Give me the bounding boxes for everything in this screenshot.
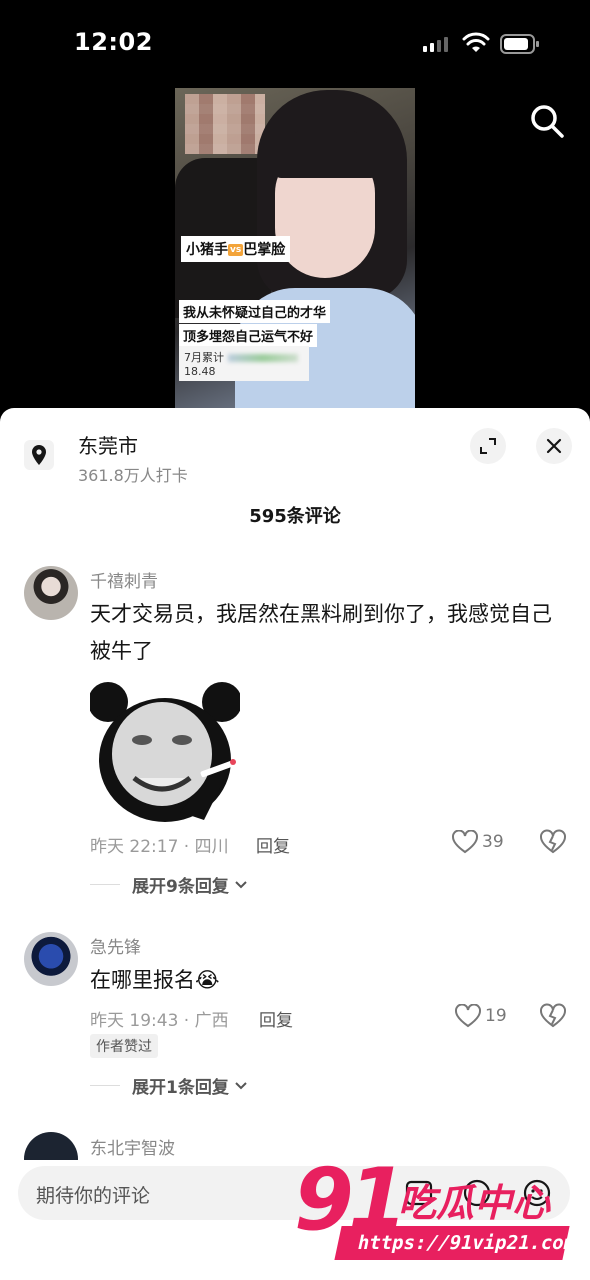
sticker-image[interactable] (90, 682, 240, 824)
watermark-url: https://91vip21.com (334, 1226, 578, 1260)
comment-text: 在哪里报名😭 (90, 968, 220, 992)
cellular-signal-icon (423, 36, 448, 52)
battery-icon (500, 34, 539, 54)
heart-icon (452, 830, 478, 854)
avatar[interactable] (24, 932, 78, 986)
close-icon (546, 438, 562, 454)
expand-replies-button[interactable]: 展开1条回复 (90, 1073, 249, 1098)
chevron-down-icon (235, 880, 247, 888)
expand-divider-line (90, 884, 120, 885)
dislike-heart-icon[interactable] (540, 1003, 566, 1029)
expand-divider-line (90, 1085, 120, 1086)
watermark-logo: 91 吃瓜中心 https://91vip21.com (290, 1150, 580, 1266)
wifi-icon (462, 32, 490, 52)
expand-replies-label: 展开1条回复 (132, 1078, 229, 1098)
video-caption-line2: 顶多埋怨自己运气不好 (179, 324, 318, 347)
comment-count: 595条评论 (249, 506, 341, 527)
chevron-down-icon (235, 1081, 247, 1089)
like-button[interactable]: 39 (452, 830, 504, 854)
video-caption-line3: 7月累计 18.48 (179, 346, 309, 381)
expand-replies-label: 展开9条回复 (132, 877, 229, 897)
dislike-heart-icon[interactable] (540, 829, 566, 855)
watermark-text: 吃瓜中心 (398, 1181, 551, 1225)
caption-vs-badge: vs (228, 244, 244, 256)
close-button[interactable] (536, 428, 572, 464)
avatar[interactable] (24, 566, 78, 620)
comment-username[interactable]: 急先锋 (90, 933, 141, 958)
caption-line3-suffix: 18.48 (184, 365, 216, 378)
comment-username[interactable]: 东北宇智波 (90, 1134, 175, 1159)
like-count: 39 (482, 832, 504, 852)
location-name[interactable]: 东莞市 (78, 430, 138, 459)
blurred-text (227, 354, 298, 362)
comment-text: 天才交易员，我居然在黑料刷到你了，我感觉自己被牛了 (90, 602, 552, 663)
video-caption-title: 小猪手 vs 巴掌脸 (181, 236, 291, 262)
video-thumbnail[interactable]: 小猪手 vs 巴掌脸 我从未怀疑过自己的才华 顶多埋怨自己运气不好 7月累计 18.… (175, 88, 415, 410)
like-count: 19 (485, 1006, 507, 1026)
author-liked-badge: 作者赞过 (90, 1034, 158, 1058)
caption-right: 巴掌脸 (243, 242, 286, 258)
pixelated-face (185, 94, 265, 154)
video-caption-line1: 我从未怀疑过自己的才华 (179, 300, 331, 323)
comment-time-location: 昨天 19:43 · 广西 (90, 1011, 229, 1031)
comment-username[interactable]: 千禧刺青 (90, 567, 158, 592)
caption-left: 小猪手 (186, 242, 228, 258)
comment-time-location: 昨天 22:17 · 四川 (90, 837, 229, 857)
comment-input-placeholder: 期待你的评论 (36, 1185, 151, 1207)
heart-icon (455, 1004, 481, 1028)
fullscreen-expand-button[interactable] (470, 428, 506, 464)
location-pin-icon (24, 440, 54, 470)
expand-icon (480, 438, 496, 454)
reply-button[interactable]: 回复 (259, 1006, 293, 1031)
status-time: 12:02 (74, 28, 153, 56)
caption-line3-prefix: 7月累计 (184, 351, 224, 364)
location-checkins: 361.8万人打卡 (78, 466, 188, 485)
like-button[interactable]: 19 (455, 1004, 507, 1028)
status-bar: 12:02 (0, 0, 590, 88)
expand-replies-button[interactable]: 展开9条回复 (90, 872, 249, 897)
search-icon[interactable] (526, 100, 566, 140)
reply-button[interactable]: 回复 (256, 832, 290, 857)
